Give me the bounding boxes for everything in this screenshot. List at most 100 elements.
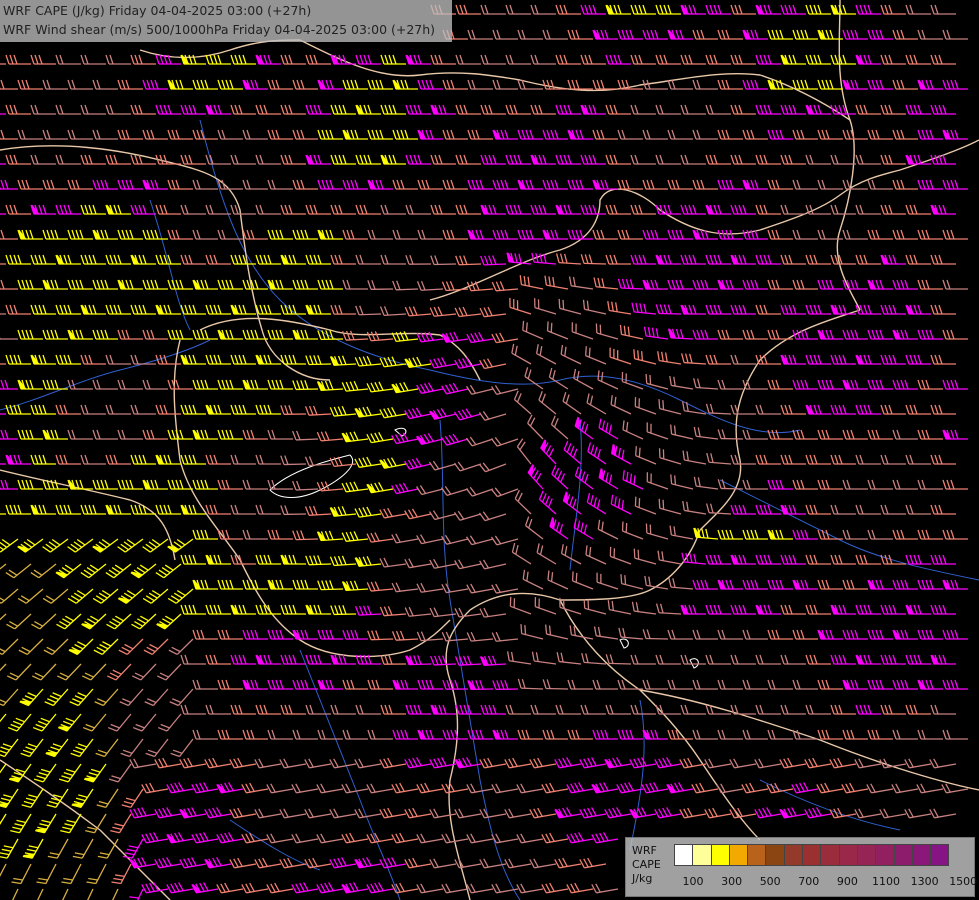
barb-feather	[317, 355, 322, 365]
barb-feather	[670, 424, 673, 435]
wind-barb	[17, 379, 43, 390]
wind-barb	[582, 299, 607, 315]
barb-feather	[84, 204, 89, 215]
barb-feather	[692, 179, 697, 190]
barb-feather	[521, 129, 526, 140]
wind-barb	[622, 420, 644, 440]
wind-barb	[830, 254, 856, 265]
barb-feather	[300, 329, 305, 340]
barb-feather	[725, 179, 730, 190]
wind-barb	[631, 302, 657, 315]
barb-feather	[534, 54, 539, 65]
barb-feather	[946, 479, 951, 490]
barb-feather	[337, 355, 343, 366]
barb-feather	[559, 54, 564, 65]
barb-feather	[350, 129, 355, 140]
barb-feather	[21, 179, 26, 190]
barb-staff	[575, 475, 594, 490]
barb-feather	[946, 79, 951, 90]
barb-feather	[884, 304, 889, 315]
wind-barb	[5, 354, 31, 365]
barb-feather	[134, 54, 139, 65]
barb-feather	[888, 4, 893, 15]
wind-barb	[667, 129, 693, 140]
barb-feather	[867, 229, 872, 240]
barb-feather	[771, 129, 776, 140]
barb-feather	[230, 404, 235, 415]
barb-feather	[288, 154, 293, 165]
barb-staff	[621, 583, 644, 590]
barb-feather	[321, 580, 326, 590]
barb-feather	[604, 29, 609, 40]
wind-barb	[280, 204, 306, 215]
wind-barb	[392, 229, 418, 240]
barb-feather	[379, 79, 384, 90]
barb-staff	[0, 563, 7, 579]
wind-barb	[242, 229, 268, 240]
barb-feather	[655, 4, 660, 15]
wind-barb	[404, 606, 432, 617]
barb-feather	[896, 179, 901, 190]
wind-barb	[642, 179, 668, 190]
barb-feather	[813, 4, 818, 15]
barb-feather	[692, 29, 697, 40]
barb-feather	[188, 354, 193, 365]
barb-feather	[13, 54, 18, 65]
barb-feather	[900, 379, 905, 390]
barb-feather	[425, 129, 430, 140]
barb-feather	[242, 279, 247, 290]
barb-feather	[909, 404, 914, 415]
wind-barb	[80, 154, 106, 165]
barb-feather	[621, 229, 626, 240]
barb-feather	[13, 304, 18, 315]
barb-feather	[580, 254, 585, 264]
wind-barb	[792, 529, 818, 540]
wind-barb	[892, 79, 918, 90]
barb-feather	[905, 54, 910, 65]
barb-feather	[429, 607, 435, 617]
wind-barb	[455, 54, 481, 65]
barb-feather	[775, 579, 780, 590]
barb-feather	[721, 479, 726, 489]
wind-barb	[17, 329, 43, 340]
barb-feather	[50, 279, 55, 290]
barb-feather	[692, 254, 697, 265]
barb-feather	[395, 484, 401, 494]
barb-feather	[917, 329, 922, 340]
barb-feather	[555, 104, 560, 115]
barb-feather	[546, 321, 549, 331]
barb-feather	[486, 358, 493, 368]
barb-feather	[611, 301, 614, 312]
barb-feather	[725, 579, 730, 590]
barb-feather	[705, 104, 710, 115]
barb-feather	[292, 254, 297, 265]
barb-feather	[938, 304, 943, 315]
barb-feather	[780, 454, 785, 465]
barb-feather	[884, 504, 889, 515]
wind-barb	[942, 229, 968, 240]
barb-feather	[592, 104, 597, 115]
barb-feather	[871, 79, 876, 90]
barb-feather	[175, 179, 180, 190]
barb-feather	[324, 380, 330, 391]
barb-feather	[555, 54, 560, 65]
barb-feather	[725, 329, 730, 340]
wind-barb	[645, 523, 669, 540]
barb-feather	[605, 204, 610, 215]
barb-feather	[767, 504, 772, 515]
barb-feather	[163, 104, 168, 115]
barb-feather	[879, 79, 884, 90]
wind-barb	[366, 331, 394, 342]
barb-feather	[30, 254, 35, 265]
barb-feather	[696, 29, 701, 40]
barb-feather	[54, 479, 59, 490]
barb-feather	[629, 279, 634, 289]
barb-feather	[480, 54, 485, 65]
barb-feather	[113, 254, 118, 265]
barb-feather	[638, 204, 643, 215]
barb-feather	[429, 129, 434, 140]
barb-feather	[622, 470, 625, 480]
wind-barb	[817, 79, 843, 90]
barb-feather	[316, 481, 322, 492]
barb-staff	[572, 580, 594, 590]
